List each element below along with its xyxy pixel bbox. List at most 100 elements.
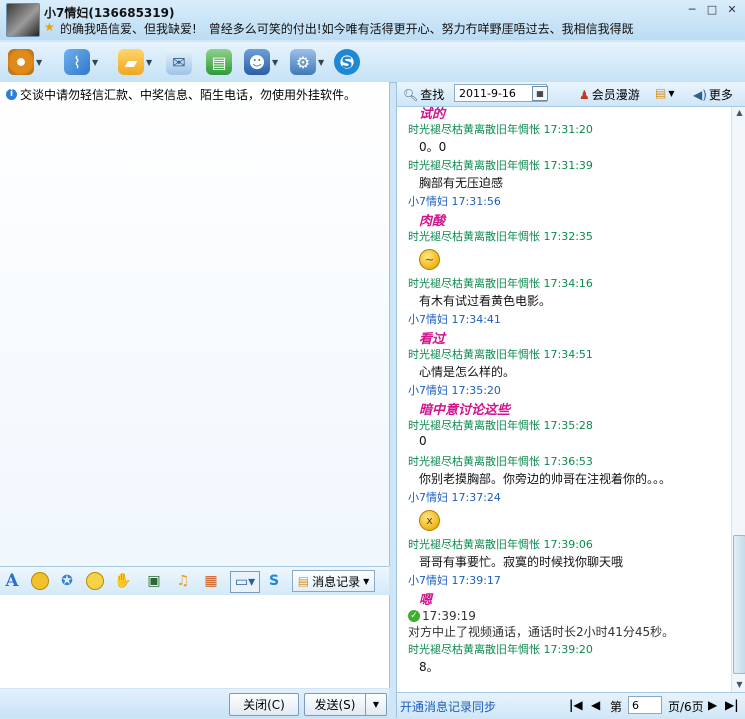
message-input[interactable] — [0, 595, 390, 688]
create-discussion-button[interactable]: ☻ ▼ — [244, 48, 278, 76]
member-roam-label: 会员漫游 — [591, 88, 640, 102]
record-options-button[interactable]: ▤ ▼ — [655, 86, 675, 100]
search-button[interactable]: 🔍︎ 查找 — [403, 86, 444, 103]
chevron-down-icon[interactable]: ▼ — [36, 58, 42, 67]
message-list: 试的 时光褪尽枯黄离散旧年惆怅 17:31:20 0。0 时光褪尽枯黄离散旧年惆怅 1… — [397, 107, 730, 692]
app-settings-button[interactable]: ⚙ ▼ — [290, 48, 324, 76]
webcam-icon — [8, 49, 34, 75]
soso-icon[interactable]: S — [264, 571, 284, 591]
message-header: 时光褪尽枯黄离散旧年惆怅 17:39:06 — [408, 538, 593, 551]
message-text: 0 — [419, 434, 427, 448]
soso-button[interactable]: S — [334, 48, 360, 76]
voice-call-button[interactable]: ⌇ ▼ — [64, 48, 98, 76]
system-message: 对方中止了视频通话，通话时长2小时41分45秒。 — [408, 625, 675, 639]
minimize-icon[interactable]: ─ — [683, 2, 701, 18]
last-page-icon[interactable]: ▶| — [725, 698, 739, 712]
page-number-input[interactable]: 6 — [628, 696, 662, 714]
message-header: 时光褪尽枯黄离散旧年惆怅 17:31:20 — [408, 123, 593, 136]
send-file-button[interactable]: ▰ ▼ — [118, 48, 152, 76]
chat-display-area: i 交谈中请勿轻信汇款、中奖信息、陌生电话，勿使用外挂软件。 — [0, 82, 390, 566]
folder-icon: ▰ — [118, 49, 144, 75]
window-controls: ─ □ ✕ — [683, 2, 741, 18]
emoticon-icon[interactable] — [30, 571, 50, 591]
wink-icon[interactable] — [85, 571, 105, 591]
member-roam-button[interactable]: ♟ 会员漫游 — [579, 86, 640, 103]
check-icon: ✓ — [408, 610, 420, 622]
contact-name: 小7情妇(136685319) — [44, 6, 175, 20]
emoticon-icon: x — [419, 510, 440, 531]
message-header: 时光褪尽枯黄离散旧年惆怅 17:34:51 — [408, 348, 593, 361]
mail-icon: ✉ — [166, 49, 192, 75]
chevron-down-icon[interactable]: ▼ — [146, 58, 152, 67]
maximize-icon[interactable]: □ — [703, 2, 721, 18]
scrollbar[interactable]: ▲ ▼ — [731, 107, 745, 692]
message-history-panel: 🔍︎ 查找 2011-9-16 ▦ ♟ 会员漫游 ▤ ▼ ◀) 更多 试的 时光褪… — [396, 82, 745, 719]
message-header: 小7情妇 17:39:17 — [408, 574, 501, 587]
chevron-down-icon: ▼ — [668, 88, 675, 98]
security-notice: i 交谈中请勿轻信汇款、中奖信息、陌生电话，勿使用外挂软件。 — [6, 86, 356, 103]
video-call-button[interactable]: ▼ — [8, 48, 42, 76]
search-icon: 🔍︎ — [403, 87, 419, 102]
message-header: 小7情妇 17:35:20 — [408, 384, 501, 397]
scroll-up-icon[interactable]: ▲ — [734, 108, 745, 119]
message-header: 小7情妇 17:31:56 — [408, 195, 501, 208]
page-prefix: 第 — [610, 700, 623, 714]
screenshot-icon[interactable]: ▭▾ — [230, 571, 260, 593]
history-pager: 开通消息记录同步 |◀ ◀ 第 6 页/6页 ▶ ▶| — [397, 692, 745, 719]
format-toolbar: A ✪ ✋ ▣ ♫ ▦ ▭▾ S ▤ 消息记录 ▼ — [0, 566, 389, 596]
message-header: 时光褪尽枯黄离散旧年惆怅 17:34:16 — [408, 277, 593, 290]
sms-icon: ▤ — [206, 49, 232, 75]
send-options-button[interactable]: ▼ — [365, 693, 387, 716]
music-icon[interactable]: ♫ — [173, 571, 193, 591]
scroll-down-icon[interactable]: ▼ — [734, 680, 745, 691]
message-header: 时光褪尽枯黄离散旧年惆怅 17:36:53 — [408, 455, 593, 468]
first-page-icon[interactable]: |◀ — [569, 698, 583, 712]
title-bar: 小7情妇(136685319) ★ 的确我唔信爱、但我缺爱! 曾经多么可笑的付出… — [0, 0, 745, 40]
emoticon-icon: ~ — [419, 249, 440, 270]
close-icon[interactable]: ✕ — [723, 2, 741, 18]
message-text: 0。0 — [419, 140, 447, 154]
message-header: 小7情妇 17:37:24 — [408, 491, 501, 504]
scrollbar-thumb[interactable] — [733, 535, 745, 674]
message-text: 心情是怎么样的。 — [419, 365, 516, 379]
chevron-down-icon[interactable]: ▼ — [318, 58, 324, 67]
more-button[interactable]: ◀) 更多 — [693, 86, 733, 103]
sync-link[interactable]: 开通消息记录同步 — [400, 698, 496, 715]
microphone-icon: ⌇ — [64, 49, 90, 75]
page-suffix: 页/6页 — [668, 700, 704, 714]
message-text: 看过 — [419, 332, 446, 347]
notice-text: 交谈中请勿轻信汇款、中奖信息、陌生电话，勿使用外挂软件。 — [20, 88, 357, 102]
bottom-bar: 关闭(C) 发送(S) ▼ — [0, 689, 389, 718]
close-button[interactable]: 关闭(C) — [229, 693, 299, 716]
send-sms-button[interactable]: ▤ — [206, 48, 232, 76]
system-time-text: 17:39:19 — [422, 609, 476, 623]
message-header: 时光褪尽枯黄离散旧年惆怅 17:39:20 — [408, 643, 593, 656]
record-icon: ▤ — [297, 574, 310, 588]
message-record-button[interactable]: ▤ 消息记录 ▼ — [292, 570, 375, 592]
send-button[interactable]: 发送(S) — [304, 693, 365, 716]
chevron-down-icon[interactable]: ▼ — [272, 58, 278, 67]
record-icon: ▤ — [655, 86, 667, 100]
message-text: 暗中意讨论这些 — [419, 403, 511, 418]
chevron-down-icon[interactable]: ▼ — [92, 58, 98, 67]
message-text: 嗯 — [419, 593, 433, 608]
search-label: 查找 — [420, 88, 445, 102]
avatar[interactable] — [6, 3, 40, 37]
calendar-icon[interactable]: ▦ — [532, 86, 548, 101]
gift-icon[interactable]: ▦ — [201, 571, 221, 591]
next-page-icon[interactable]: ▶ — [708, 698, 717, 712]
magic-face-icon[interactable]: ✪ — [57, 571, 77, 591]
contact-signature: 的确我唔信爱、但我缺爱! 曾经多么可笑的付出!如今唯有活得更开心、努力冇咩野厓唔… — [60, 22, 634, 36]
message-record-label: 消息记录 — [312, 574, 361, 589]
shake-icon[interactable]: ✋ — [113, 571, 133, 591]
font-icon[interactable]: A — [2, 571, 22, 591]
prev-page-icon[interactable]: ◀ — [591, 698, 600, 712]
message-header: 时光褪尽枯黄离散旧年惆怅 17:32:35 — [408, 230, 593, 243]
main-toolbar: ▼ ⌇ ▼ ▰ ▼ ✉ ▤ ☻ ▼ ⚙ ▼ S — [0, 42, 745, 83]
more-label: 更多 — [708, 88, 733, 102]
send-mail-button[interactable]: ✉ — [166, 48, 192, 76]
chevron-down-icon: ▼ — [363, 576, 370, 586]
image-icon[interactable]: ▣ — [144, 571, 164, 591]
system-time: ✓ 17:39:19 — [408, 609, 730, 623]
message-text: 哥哥有事要忙。寂寞的时候找你聊天哦 — [419, 555, 624, 569]
